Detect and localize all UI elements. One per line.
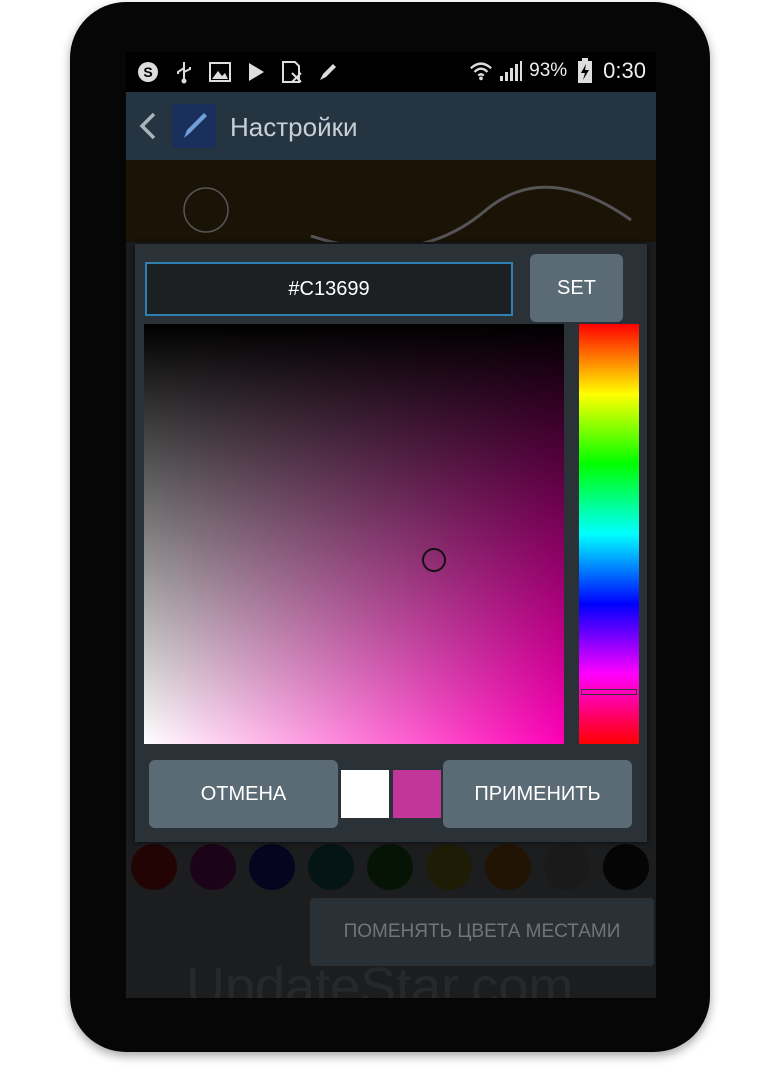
value-gradient <box>144 324 564 744</box>
usb-icon <box>172 60 196 84</box>
color-swatch[interactable] <box>603 844 649 890</box>
color-swatch[interactable] <box>131 844 177 890</box>
color-swatch[interactable] <box>544 844 590 890</box>
color-picker-dialog: #C13699 SET ОТМЕНА ПРИМЕНИТЬ <box>135 244 647 842</box>
pen-icon <box>316 60 340 84</box>
page-title: Настройки <box>230 112 358 142</box>
color-swatch[interactable] <box>190 844 236 890</box>
color-swatch[interactable] <box>367 844 413 890</box>
line-preview <box>126 160 656 250</box>
saturation-value-picker[interactable] <box>144 324 564 744</box>
color-swatch[interactable] <box>249 844 295 890</box>
color-swatch[interactable] <box>426 844 472 890</box>
old-color-swatch <box>341 770 389 818</box>
status-bar: S 93% 0:30 <box>126 52 656 92</box>
color-swatch[interactable] <box>485 844 531 890</box>
new-color-swatch <box>393 770 441 818</box>
sv-picker-cursor[interactable] <box>422 548 446 572</box>
action-bar: Настройки <box>126 92 656 160</box>
color-swatch[interactable] <box>308 844 354 890</box>
hex-color-input[interactable]: #C13699 <box>145 262 513 316</box>
pen-app-icon[interactable] <box>172 104 216 148</box>
skype-icon: S <box>136 60 160 84</box>
watermark: UpdateStar.com <box>186 957 574 998</box>
signal-icon <box>499 59 523 83</box>
svg-text:S: S <box>143 64 152 80</box>
apply-button[interactable]: ПРИМЕНИТЬ <box>443 760 632 828</box>
image-icon <box>208 60 232 84</box>
wifi-icon <box>469 59 493 83</box>
battery-level: 93% <box>529 60 568 81</box>
cancel-button[interactable]: ОТМЕНА <box>149 760 338 828</box>
set-button[interactable]: SET <box>530 254 623 322</box>
hue-slider-handle[interactable] <box>581 689 637 695</box>
hue-slider[interactable] <box>579 324 639 744</box>
battery-charging-icon <box>573 58 597 83</box>
sim-icon <box>280 60 304 84</box>
chevron-left-icon[interactable] <box>136 110 160 142</box>
clock: 0:30 <box>603 58 646 83</box>
play-icon <box>244 60 268 84</box>
